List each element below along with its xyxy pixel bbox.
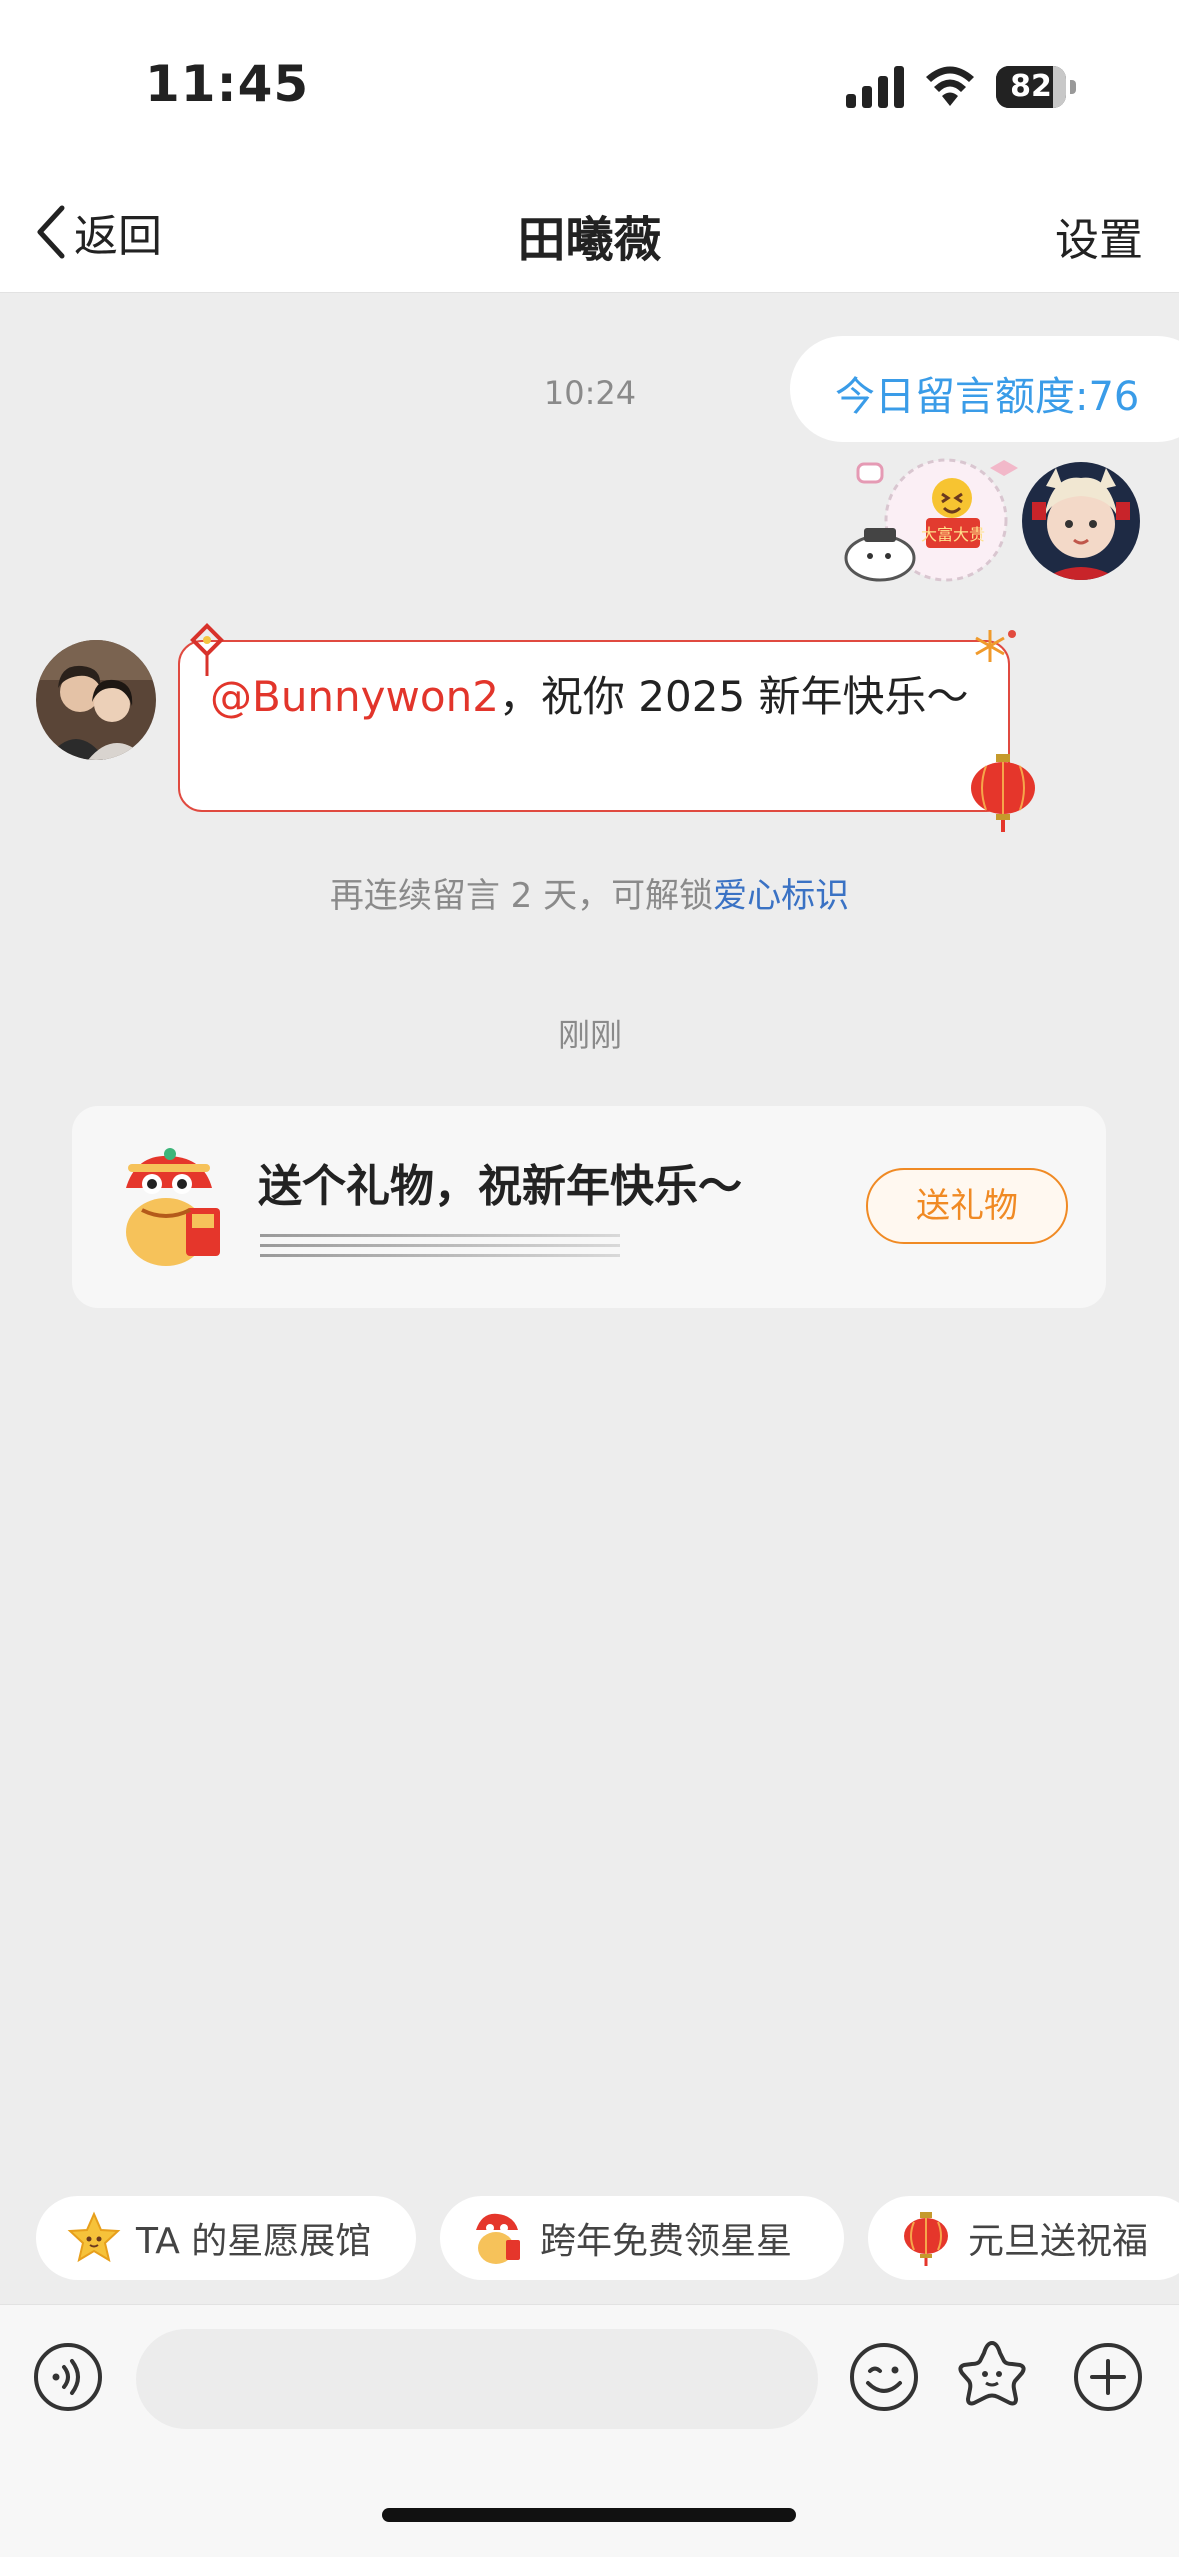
quota-badge: 今日留言额度:76 (790, 336, 1179, 442)
page-title: 田曦薇 (517, 212, 662, 268)
chip-label: 元旦送祝福 (968, 2221, 1149, 2262)
chip-label: TA 的星愿展馆 (136, 2221, 372, 2262)
cellular-signal-icon (846, 66, 904, 108)
send-gift-button[interactable]: 送礼物 (866, 1168, 1068, 1244)
chip-new-year-blessing[interactable]: 元旦送祝福 (868, 2196, 1179, 2280)
timestamp: 10:24 (543, 374, 637, 412)
message-bubble[interactable]: @Bunnywon2，祝你 2025 新年快乐～ (178, 640, 1010, 812)
mention-link[interactable]: @Bunnywon2 (210, 672, 499, 721)
back-label: 返回 (74, 211, 162, 262)
avatar-image-icon (1022, 462, 1140, 580)
avatar-image-icon (36, 640, 156, 760)
message-text: @Bunnywon2，祝你 2025 新年快乐～ (210, 666, 970, 728)
battery-icon: 82 (996, 66, 1078, 110)
back-button[interactable]: 返回 (32, 200, 162, 264)
my-avatar[interactable] (1022, 462, 1140, 580)
chevron-left-icon (37, 205, 65, 259)
message-input[interactable] (136, 2329, 818, 2429)
star-sticker-icon[interactable] (956, 2339, 1028, 2411)
voice-icon[interactable] (32, 2341, 104, 2413)
lion-dance-icon (476, 2213, 520, 2264)
star-icon (67, 2211, 121, 2263)
home-indicator (382, 2508, 796, 2522)
chip-star-wish-gallery[interactable]: TA 的星愿展馆 (36, 2196, 416, 2280)
wifi-icon (926, 66, 974, 106)
unlock-hint-text: 再连续留言 2 天，可解锁 (329, 876, 714, 916)
battery-percent: 82 (1010, 69, 1052, 104)
lion-dance-icon (126, 1148, 220, 1266)
nav-bar: 返回 田曦薇 设置 (0, 160, 1179, 293)
status-time: 11:45 (145, 55, 310, 113)
gift-progress-placeholder (260, 1234, 620, 1257)
contact-avatar[interactable] (36, 640, 156, 760)
sticker-image[interactable]: 大富大贵 (840, 448, 1036, 588)
timestamp: 刚刚 (557, 1016, 622, 1054)
heart-badge-link[interactable]: 爱心标识 (713, 876, 849, 916)
emoji-icon[interactable] (848, 2341, 920, 2413)
chip-label: 跨年免费领星星 (540, 2221, 793, 2262)
lantern-icon (971, 754, 1035, 832)
lantern-icon (904, 2212, 948, 2266)
gift-card-title: 送个礼物，祝新年快乐～ (258, 1161, 742, 1212)
firework-icon (975, 630, 1016, 662)
gift-card: 送个礼物，祝新年快乐～ 送礼物 (72, 1106, 1106, 1308)
chip-free-stars[interactable]: 跨年免费领星星 (440, 2196, 844, 2280)
sticker-text: 大富大贵 (921, 525, 985, 544)
settings-button[interactable]: 设置 (1055, 204, 1143, 268)
plus-icon[interactable] (1072, 2341, 1144, 2413)
status-bar: 11:45 82 (0, 0, 1179, 160)
message-body: ，祝你 2025 新年快乐～ (498, 672, 969, 721)
quota-text: 今日留言额度:76 (835, 374, 1140, 420)
chinese-knot-icon (190, 623, 224, 676)
unlock-hint: 再连续留言 2 天，可解锁爱心标识 (0, 868, 1179, 917)
